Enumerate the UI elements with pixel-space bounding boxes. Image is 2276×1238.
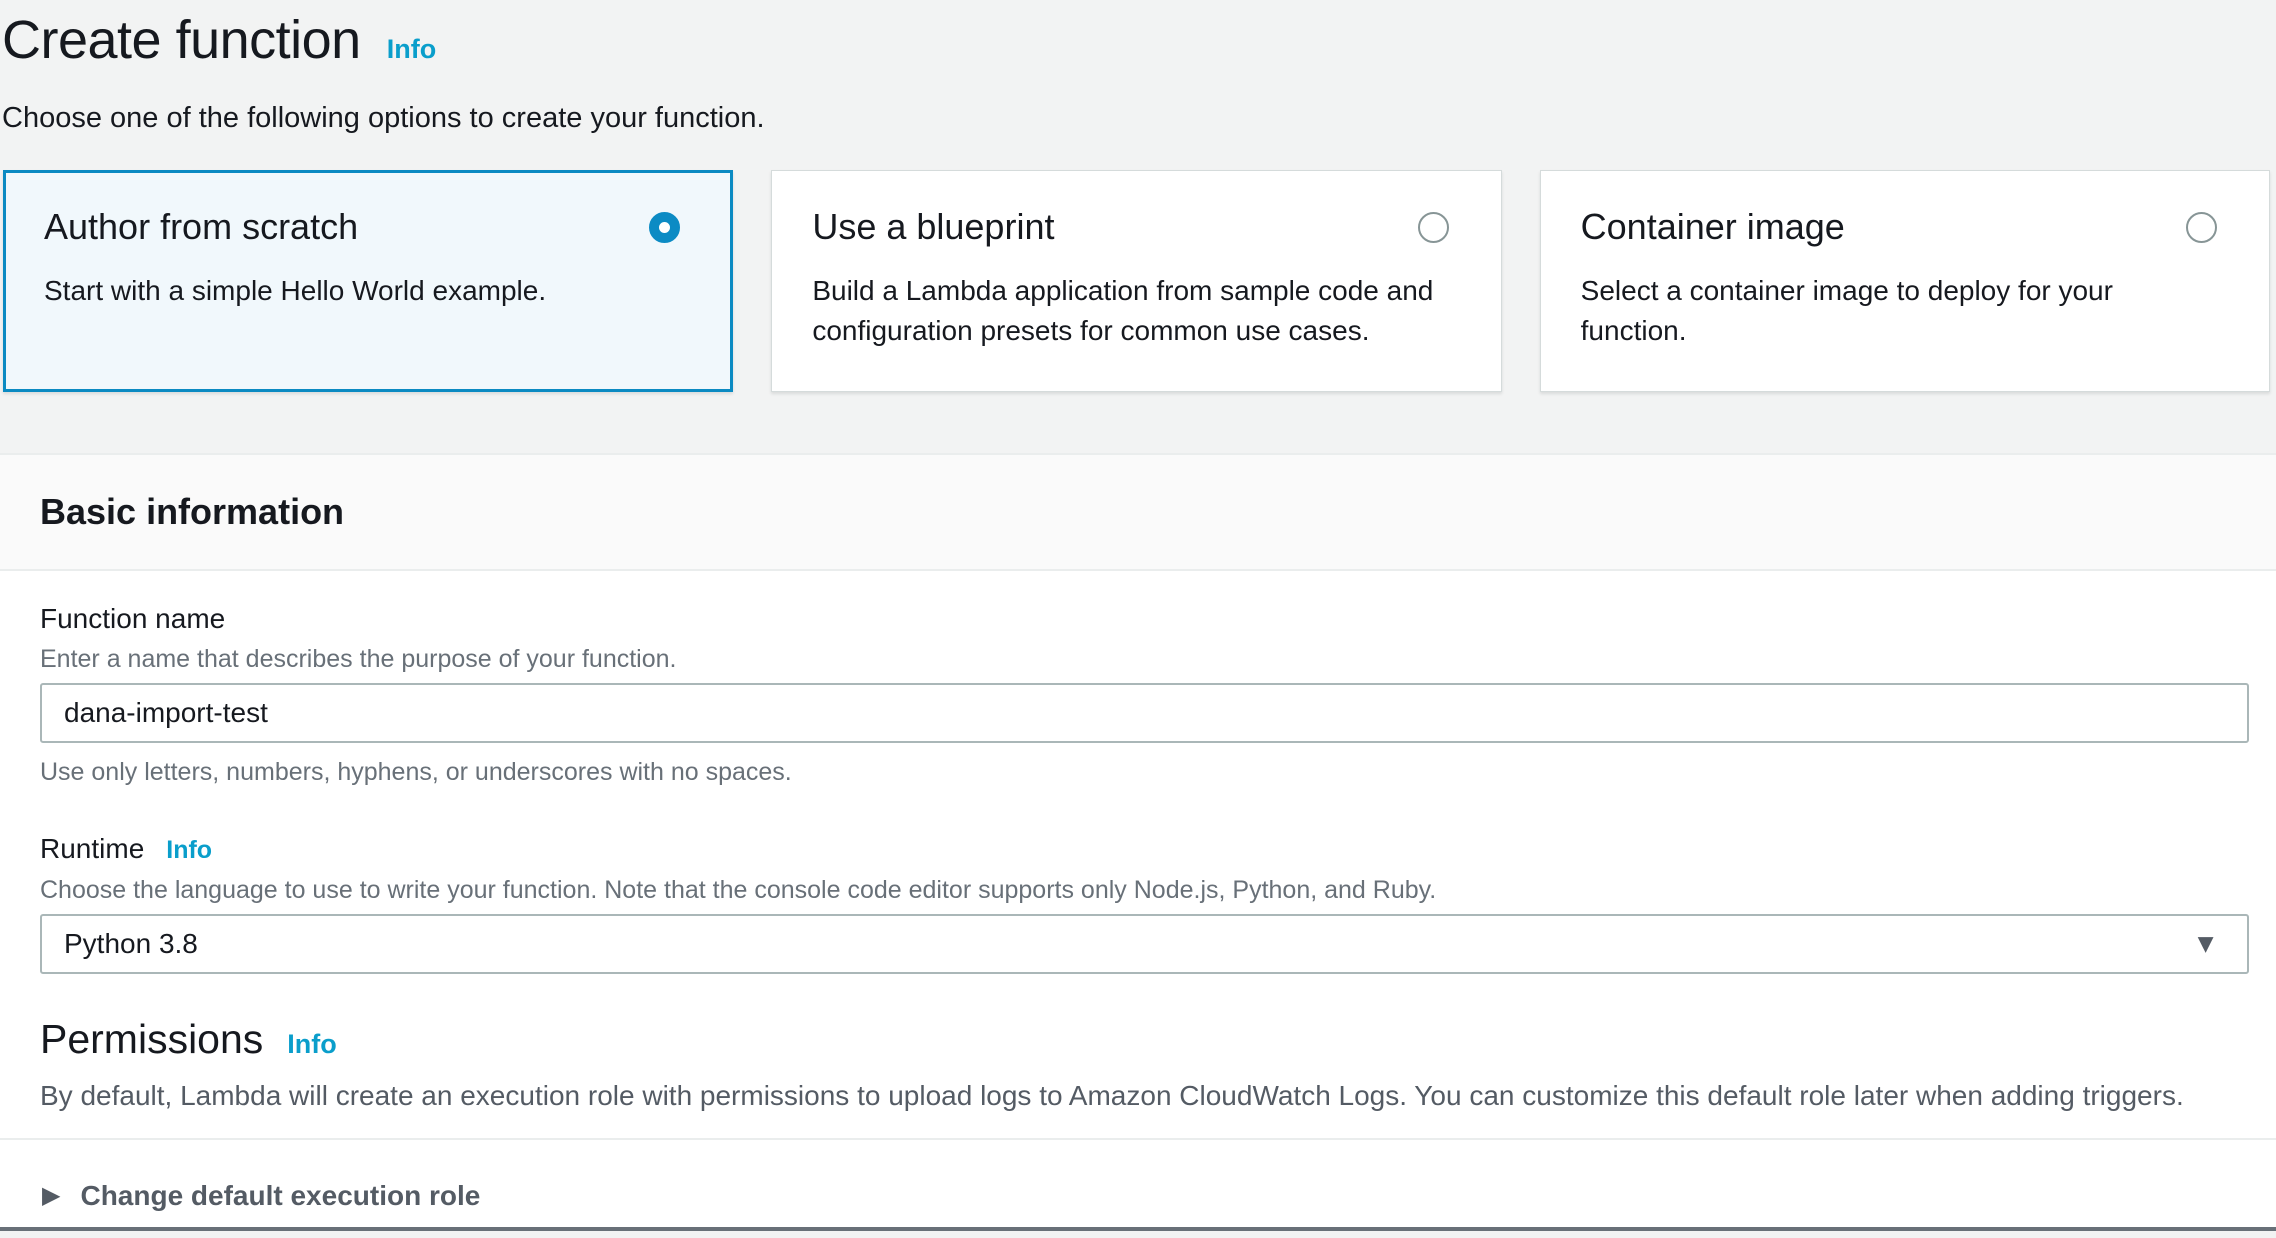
runtime-info-link[interactable]: Info — [166, 832, 212, 868]
permissions-description: By default, Lambda will create an execut… — [40, 1079, 2276, 1113]
page-title-row: Create function Info — [2, 0, 2276, 72]
card-title-row: Container image — [1581, 205, 2229, 249]
function-name-description: Enter a name that describes the purpose … — [40, 643, 2276, 675]
radio-selected-icon[interactable] — [649, 212, 680, 243]
runtime-description: Choose the language to use to write your… — [40, 874, 2276, 906]
creation-option-cards: Author from scratch Start with a simple … — [3, 170, 2270, 392]
card-title-row: Use a blueprint — [812, 205, 1460, 249]
create-function-header: Create function Info Choose one of the f… — [0, 0, 2276, 392]
function-name-constraint: Use only letters, numbers, hyphens, or u… — [40, 757, 2276, 787]
runtime-select[interactable]: Python 3.8 ▼ — [40, 914, 2249, 974]
caret-down-icon: ▼ — [2192, 929, 2219, 960]
form-column: Function name Enter a name that describe… — [0, 571, 2276, 1113]
basic-information-body: Function name Enter a name that describe… — [0, 571, 2276, 1227]
card-description: Select a container image to deploy for y… — [1581, 271, 2221, 351]
caret-right-icon: ▶ — [42, 1178, 60, 1214]
basic-information-panel: Basic information Function name Enter a … — [0, 453, 2276, 1236]
change-execution-role-expander[interactable]: ▶ Change default execution role — [0, 1140, 2276, 1214]
bottom-strip — [0, 1231, 2276, 1236]
card-description: Start with a simple Hello World example. — [44, 271, 684, 311]
basic-information-header: Basic information — [0, 453, 2276, 571]
card-title-row: Author from scratch — [44, 205, 692, 249]
radio-unselected-icon[interactable] — [2186, 212, 2217, 243]
function-name-input[interactable] — [40, 683, 2249, 743]
function-name-label: Function name — [40, 601, 225, 637]
card-description: Build a Lambda application from sample c… — [812, 271, 1452, 351]
permissions-header: Permissions — [40, 1014, 263, 1064]
permissions-info-link[interactable]: Info — [287, 1019, 336, 1069]
expander-label: Change default execution role — [80, 1178, 480, 1214]
runtime-label-row: Runtime Info — [40, 831, 2276, 868]
permissions-header-row: Permissions Info — [40, 1014, 2276, 1069]
runtime-selected-option: Python 3.8 — [64, 928, 198, 960]
runtime-label: Runtime — [40, 831, 144, 867]
page-subtitle: Choose one of the following options to c… — [2, 100, 2276, 136]
page-title: Create function — [2, 8, 361, 72]
radio-unselected-icon[interactable] — [1418, 212, 1449, 243]
card-author-from-scratch[interactable]: Author from scratch Start with a simple … — [3, 170, 733, 392]
function-name-label-row: Function name — [40, 571, 2276, 637]
card-title: Author from scratch — [44, 205, 358, 249]
title-info-link[interactable]: Info — [387, 34, 436, 65]
card-container-image[interactable]: Container image Select a container image… — [1540, 170, 2270, 392]
card-title: Use a blueprint — [812, 205, 1054, 249]
card-use-a-blueprint[interactable]: Use a blueprint Build a Lambda applicati… — [771, 170, 1501, 392]
card-title: Container image — [1581, 205, 1845, 249]
